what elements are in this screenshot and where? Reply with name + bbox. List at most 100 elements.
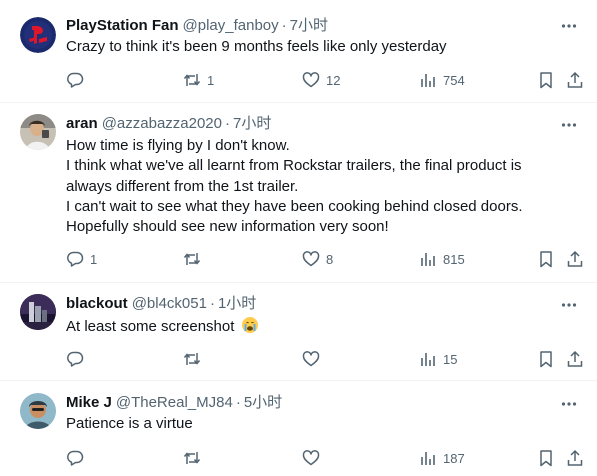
post-text-line: I think what we've all learnt from Rocks… <box>66 157 522 175</box>
more-options-icon[interactable] <box>559 295 579 315</box>
crying-face-emoji <box>241 317 258 333</box>
reply-icon <box>67 450 84 466</box>
bookmark-icon <box>540 351 552 368</box>
repost-icon <box>183 452 201 464</box>
reply-button[interactable] <box>66 348 90 370</box>
display-name[interactable]: aran <box>66 114 98 134</box>
post-text: At least some screenshot <box>66 316 571 337</box>
reply-button[interactable]: 1 <box>66 248 97 270</box>
action-bar: 1 12 754 <box>0 69 597 91</box>
user-handle[interactable]: @azzabazza2020 <box>102 114 222 134</box>
action-bar: 1 8 815 <box>0 248 597 270</box>
post-text-line: Hopefully should see new information ver… <box>66 218 389 236</box>
display-name[interactable]: Mike J <box>66 393 112 413</box>
reply-icon <box>67 72 84 88</box>
post-text-line: How time is flying by I don't know. <box>66 137 290 154</box>
bookmark-button[interactable] <box>537 447 555 469</box>
timestamp[interactable]: 7小时 <box>233 114 271 134</box>
view-count: 187 <box>443 450 465 466</box>
views-chart-icon <box>421 74 435 87</box>
views-chart-icon <box>421 253 435 266</box>
more-options-icon[interactable] <box>559 16 579 36</box>
display-name[interactable]: PlayStation Fan <box>66 16 179 36</box>
post-text-content: At least some screenshot <box>66 318 235 335</box>
views-chart-icon <box>421 353 435 366</box>
user-handle[interactable]: @bl4ck051 <box>132 294 207 314</box>
share-icon <box>567 250 583 267</box>
repost-count: 1 <box>207 72 215 88</box>
view-count: 815 <box>443 251 465 267</box>
views-button[interactable]: 187 <box>419 447 465 469</box>
repost-icon <box>183 353 201 365</box>
post-header: blackout @bl4ck051 · 1小时 <box>66 294 256 314</box>
bookmark-button[interactable] <box>537 348 555 370</box>
post[interactable]: Mike J @TheReal_MJ84 · 5小时 Patience is a… <box>0 381 597 476</box>
like-count: 12 <box>326 72 341 88</box>
bookmark-button[interactable] <box>537 248 555 270</box>
separator: · <box>235 394 241 411</box>
share-button[interactable] <box>566 248 584 270</box>
like-count: 8 <box>326 251 334 267</box>
share-icon <box>567 449 583 466</box>
more-options-icon[interactable] <box>559 394 579 414</box>
display-name[interactable]: blackout <box>66 294 128 314</box>
post-text: How time is flying by I don't know. I th… <box>66 136 571 237</box>
avatar[interactable] <box>20 114 56 150</box>
views-button[interactable]: 15 <box>419 348 457 370</box>
like-button[interactable]: 8 <box>302 248 333 270</box>
repost-icon <box>183 253 201 265</box>
repost-button[interactable] <box>183 348 207 370</box>
avatar[interactable] <box>20 393 56 429</box>
share-button[interactable] <box>566 348 584 370</box>
post-text-line: always different from the 1st trailer. <box>66 177 299 195</box>
view-count: 754 <box>443 72 465 88</box>
avatar[interactable] <box>20 294 56 330</box>
reply-icon <box>67 251 84 267</box>
post[interactable]: aran @azzabazza2020 · 7小时 How time is fl… <box>0 103 597 283</box>
views-button[interactable]: 754 <box>419 69 465 91</box>
bookmark-icon <box>540 450 552 467</box>
share-button[interactable] <box>566 447 584 469</box>
post-header: Mike J @TheReal_MJ84 · 5小时 <box>66 393 282 413</box>
bookmark-button[interactable] <box>537 69 555 91</box>
more-options-icon[interactable] <box>559 115 579 135</box>
view-count: 15 <box>443 351 458 367</box>
share-icon <box>567 350 583 367</box>
reply-feed: PlayStation Fan @play_fanboy · 7小时 Crazy… <box>0 0 597 476</box>
separator: · <box>281 17 287 34</box>
like-button[interactable]: 12 <box>302 69 340 91</box>
timestamp[interactable]: 1小时 <box>218 294 256 314</box>
user-handle[interactable]: @play_fanboy <box>183 16 279 36</box>
separator: · <box>209 295 215 312</box>
views-button[interactable]: 815 <box>419 248 465 270</box>
avatar[interactable] <box>20 17 56 53</box>
timestamp[interactable]: 7小时 <box>290 16 328 36</box>
like-button[interactable] <box>302 447 326 469</box>
reply-count: 1 <box>90 251 98 267</box>
reply-button[interactable] <box>66 69 90 91</box>
post-text-line: Patience is a virtue <box>66 415 193 432</box>
action-bar: 187 <box>0 447 597 469</box>
post[interactable]: blackout @bl4ck051 · 1小时 At least some s… <box>0 283 597 381</box>
post-header: PlayStation Fan @play_fanboy · 7小时 <box>66 16 328 36</box>
views-chart-icon <box>421 452 435 465</box>
post-text-line: Crazy to think it's been 9 months feels … <box>66 38 447 55</box>
action-bar: 15 <box>0 348 597 370</box>
reply-button[interactable] <box>66 447 90 469</box>
post[interactable]: PlayStation Fan @play_fanboy · 7小时 Crazy… <box>0 0 597 103</box>
heart-icon <box>302 351 320 367</box>
post-text-line: At least some screenshot <box>66 316 571 337</box>
post-text: Crazy to think it's been 9 months feels … <box>66 37 571 57</box>
heart-icon <box>302 251 320 267</box>
repost-button[interactable]: 1 <box>183 69 214 91</box>
heart-icon <box>302 450 320 466</box>
like-button[interactable] <box>302 348 326 370</box>
share-button[interactable] <box>566 69 584 91</box>
repost-button[interactable] <box>183 248 207 270</box>
user-handle[interactable]: @TheReal_MJ84 <box>116 393 233 413</box>
repost-button[interactable] <box>183 447 207 469</box>
heart-icon <box>302 72 320 88</box>
repost-icon <box>183 74 201 86</box>
post-text: Patience is a virtue <box>66 414 571 434</box>
timestamp[interactable]: 5小时 <box>244 393 282 413</box>
